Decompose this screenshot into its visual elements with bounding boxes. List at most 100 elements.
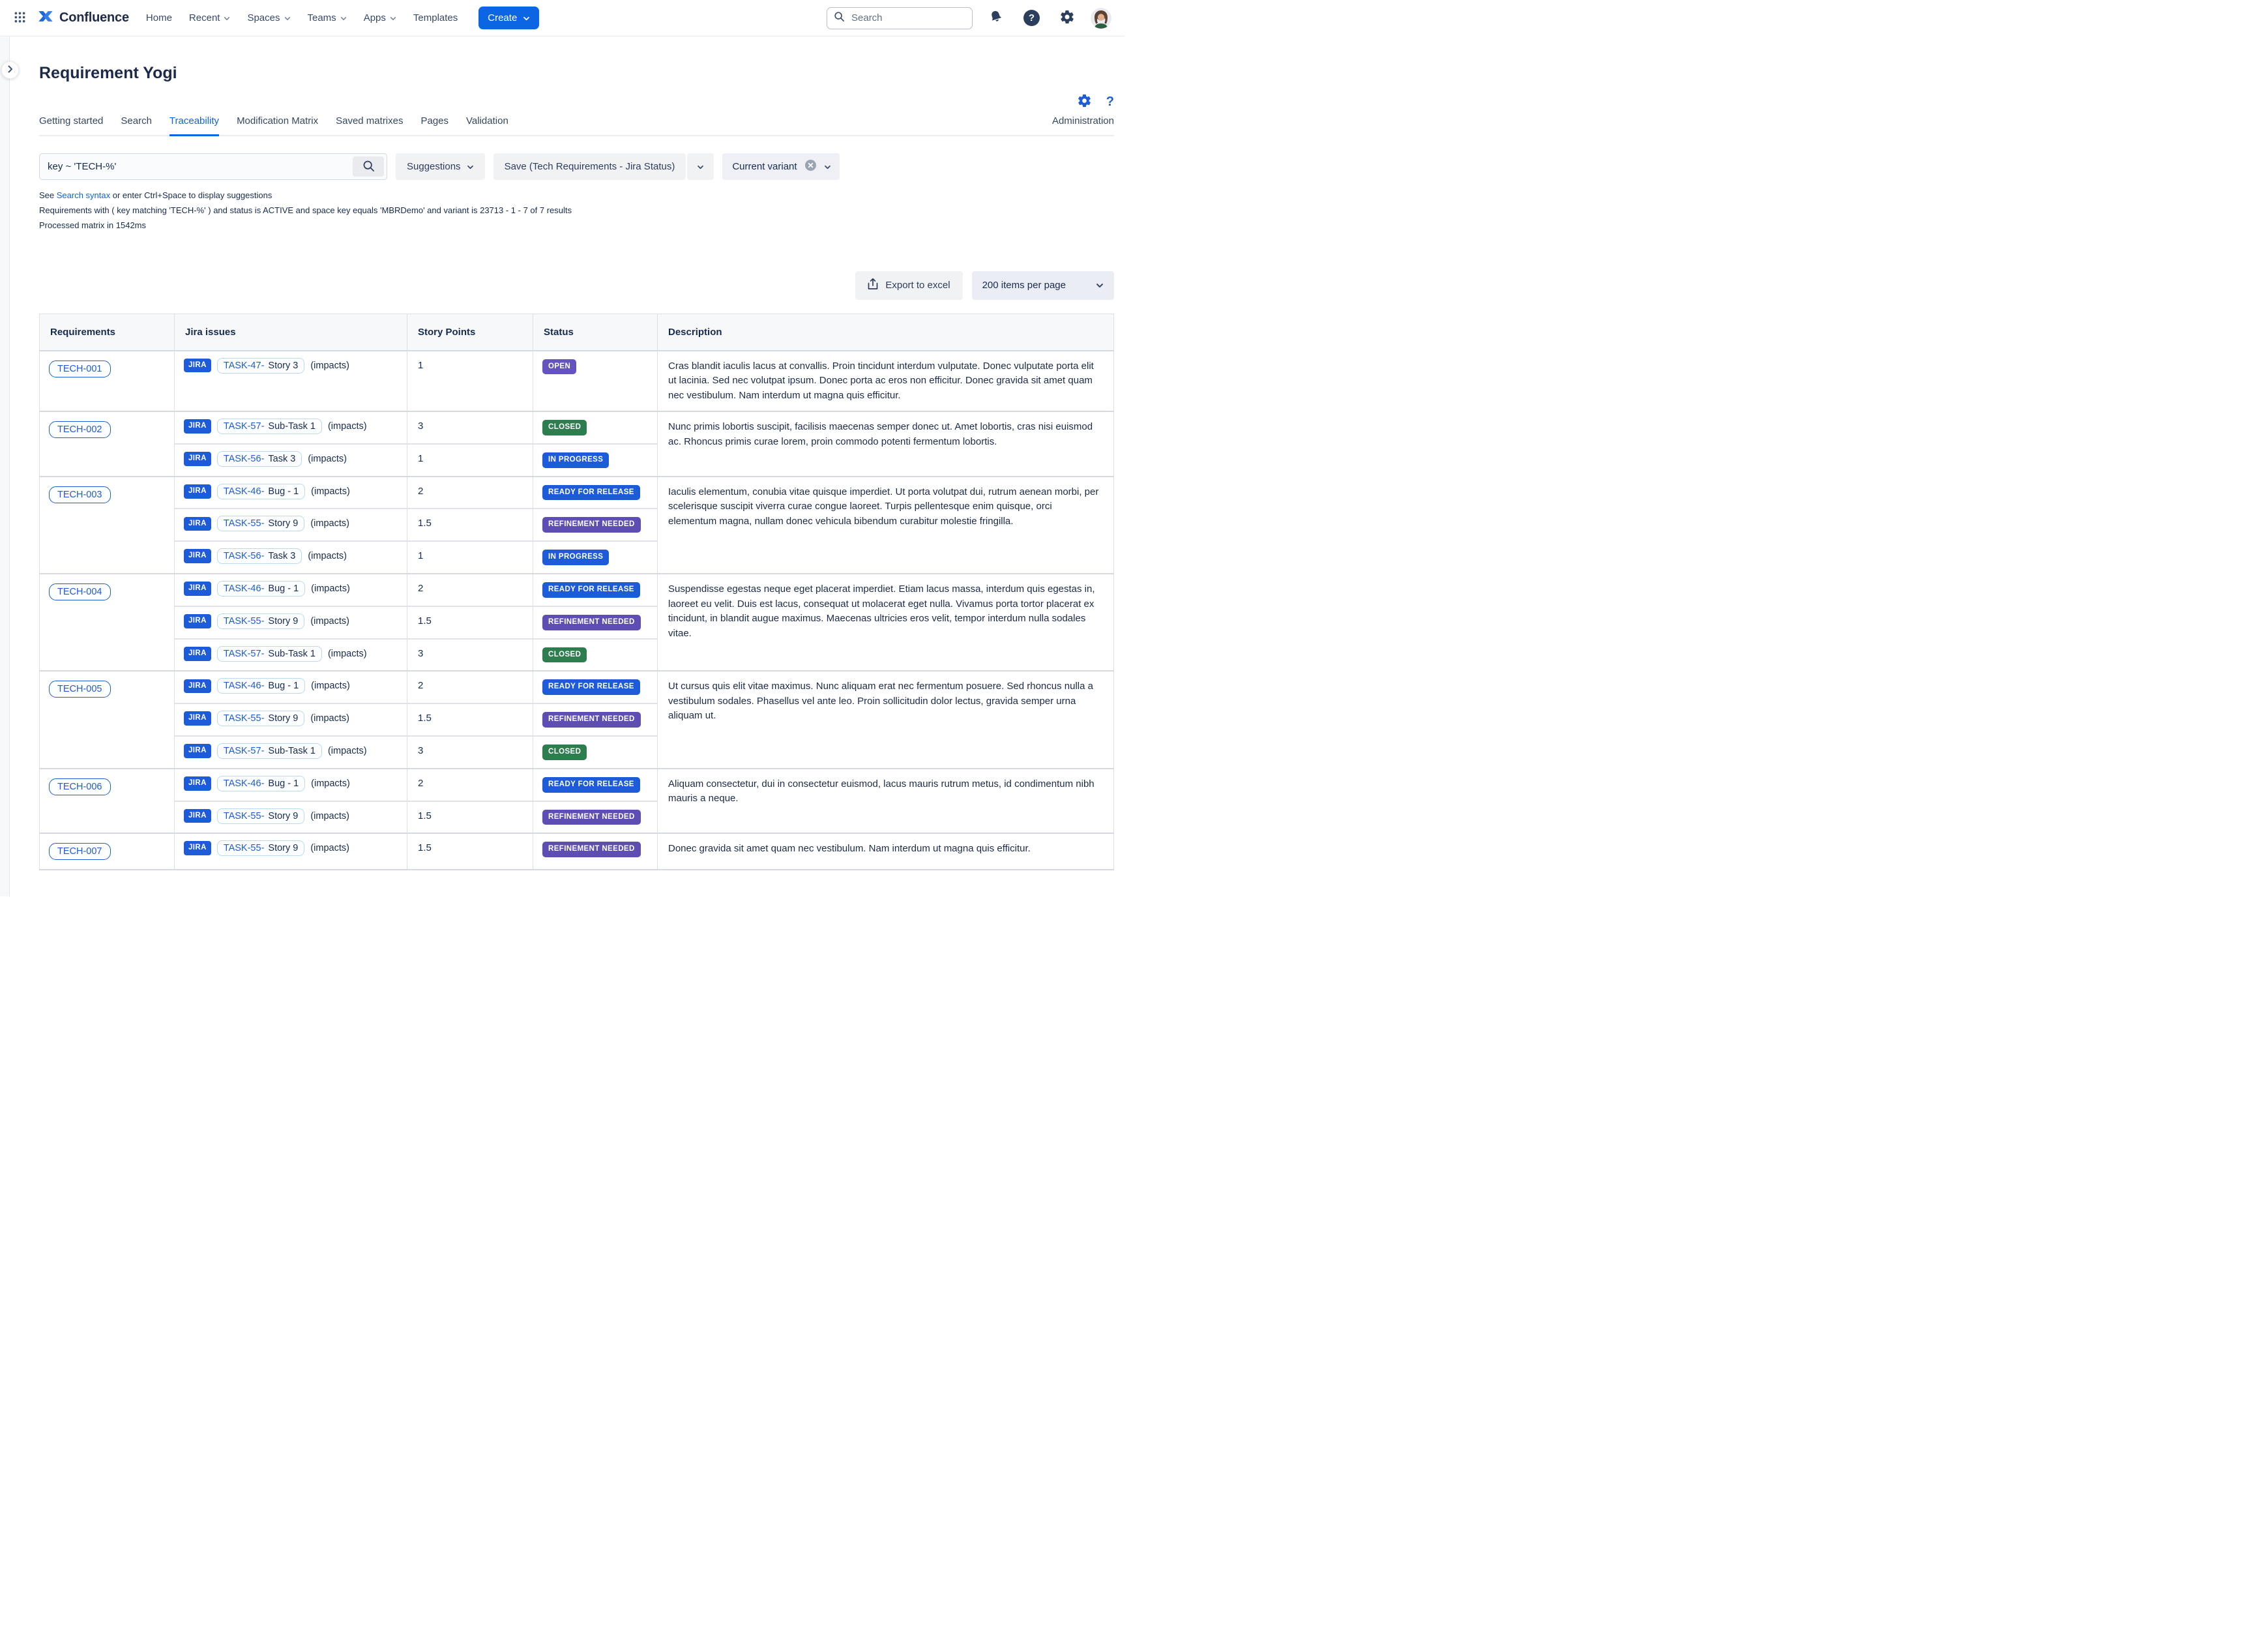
clear-variant-icon[interactable]: [805, 160, 816, 173]
jira-issue-link[interactable]: TASK-55-Story 9: [217, 840, 305, 856]
status-cell: OPEN: [533, 351, 658, 412]
bell-icon: [988, 9, 1004, 27]
page-size-select[interactable]: 200 items per page: [972, 271, 1114, 300]
requirement-cell: TECH-005: [40, 671, 175, 768]
jira-issue-link[interactable]: TASK-56-Task 3: [217, 451, 302, 467]
jira-issue-cell: JIRATASK-46-Bug - 1(impacts): [175, 671, 407, 703]
run-search-button[interactable]: [353, 156, 384, 177]
jira-issue-link[interactable]: TASK-46-Bug - 1: [217, 678, 305, 694]
global-search-box[interactable]: [827, 7, 973, 29]
jira-badge: JIRA: [184, 582, 211, 596]
help-button[interactable]: ?: [1020, 6, 1044, 30]
jira-issue-link[interactable]: TASK-57-Sub-Task 1: [217, 743, 322, 759]
nav-item-recent[interactable]: Recent: [189, 12, 231, 23]
impacts-label: (impacts): [310, 616, 349, 627]
app-switcher-button[interactable]: [9, 7, 31, 30]
search-syntax-link[interactable]: Search syntax: [57, 190, 110, 200]
jira-badge: JIRA: [184, 614, 211, 628]
global-search-input[interactable]: [850, 12, 965, 24]
tab-search[interactable]: Search: [121, 115, 152, 136]
tab-saved-matrixes[interactable]: Saved matrixes: [336, 115, 403, 136]
save-matrix-dropdown-button[interactable]: [687, 153, 714, 180]
jira-badge: JIRA: [184, 841, 211, 855]
nav-item-apps[interactable]: Apps: [364, 12, 396, 23]
tab-getting-started[interactable]: Getting started: [39, 115, 103, 136]
nav-item-teams[interactable]: Teams: [308, 12, 347, 23]
help-icon: ?: [1023, 10, 1040, 26]
jira-badge: JIRA: [184, 452, 211, 466]
requirement-key-link[interactable]: TECH-005: [49, 681, 111, 698]
create-button[interactable]: Create: [478, 7, 539, 29]
notifications-button[interactable]: [984, 5, 1008, 31]
jira-badge: JIRA: [184, 647, 211, 661]
jira-issue-link[interactable]: TASK-56-Task 3: [217, 548, 302, 564]
jira-issue-link[interactable]: TASK-57-Sub-Task 1: [217, 646, 322, 662]
jira-issue-link[interactable]: TASK-55-Story 9: [217, 808, 305, 824]
nav-item-templates[interactable]: Templates: [413, 12, 458, 23]
jira-issue-cell: JIRATASK-55-Story 9(impacts): [175, 801, 407, 834]
jira-issue-link[interactable]: TASK-55-Story 9: [217, 516, 305, 531]
jira-issue-link[interactable]: TASK-55-Story 9: [217, 711, 305, 726]
requirement-key-link[interactable]: TECH-006: [49, 778, 111, 795]
jira-issue-title: Story 3: [268, 361, 298, 371]
tab-administration[interactable]: Administration: [1052, 115, 1114, 136]
export-to-excel-label: Export to excel: [885, 280, 950, 291]
jira-issue: JIRATASK-46-Bug - 1(impacts): [184, 581, 398, 597]
status-badge: OPEN: [542, 359, 576, 375]
status-cell: REFINEMENT NEEDED: [533, 703, 658, 736]
variant-select[interactable]: Current variant: [722, 153, 839, 180]
jira-issue-title: Sub-Task 1: [268, 746, 316, 756]
status-badge: REFINEMENT NEEDED: [542, 712, 641, 728]
jira-badge: JIRA: [184, 744, 211, 758]
requirement-key-link[interactable]: TECH-007: [49, 843, 111, 860]
gear-icon: [1077, 93, 1092, 110]
search-icon: [362, 160, 375, 174]
status-badge: READY FOR RELEASE: [542, 582, 640, 598]
main-content: Requirement Yogi ? Getting startedSearch…: [0, 64, 1124, 896]
jira-issue-key: TASK-46-: [224, 681, 265, 691]
nav-menu: Home Recent Spaces Teams Apps Templates: [146, 12, 458, 23]
user-avatar[interactable]: [1091, 8, 1111, 29]
nav-item-label: Teams: [308, 12, 336, 23]
expand-sidebar-button[interactable]: [1, 61, 19, 79]
tab-traceability[interactable]: Traceability: [169, 115, 219, 136]
tab-validation[interactable]: Validation: [466, 115, 508, 136]
export-to-excel-button[interactable]: Export to excel: [855, 271, 962, 300]
jira-issue-link[interactable]: TASK-46-Bug - 1: [217, 776, 305, 791]
plugin-help-button[interactable]: ?: [1106, 95, 1114, 110]
jira-issue-link[interactable]: TASK-46-Bug - 1: [217, 484, 305, 499]
requirement-key-link[interactable]: TECH-001: [49, 361, 111, 377]
impacts-label: (impacts): [308, 551, 347, 561]
tab-bar: Getting started Search Traceability Modific…: [39, 115, 1114, 136]
requirement-cell: TECH-006: [40, 769, 175, 834]
nav-item-spaces[interactable]: Spaces: [247, 12, 290, 23]
jira-issue-title: Story 9: [268, 518, 298, 529]
tab-modification-matrix[interactable]: Modification Matrix: [237, 115, 318, 136]
jira-issue-link[interactable]: TASK-55-Story 9: [217, 613, 305, 629]
story-points-cell: 2: [407, 671, 533, 703]
description-cell: Aliquam consectetur, dui in consectetur …: [658, 769, 1114, 834]
description-cell: Suspendisse egestas neque eget placerat …: [658, 574, 1114, 671]
tab-pages[interactable]: Pages: [420, 115, 448, 136]
suggestions-button[interactable]: Suggestions: [396, 153, 485, 180]
settings-button[interactable]: [1055, 5, 1079, 31]
plugin-settings-button[interactable]: [1077, 93, 1092, 110]
story-points-cell: 1.5: [407, 801, 533, 834]
description-cell: Iaculis elementum, conubia vitae quisque…: [658, 477, 1114, 574]
query-input[interactable]: [40, 161, 353, 172]
save-matrix-button[interactable]: Save (Tech Requirements - Jira Status): [493, 153, 686, 180]
status-cell: REFINEMENT NEEDED: [533, 606, 658, 639]
requirement-key-link[interactable]: TECH-004: [49, 583, 111, 600]
create-button-label: Create: [488, 12, 517, 23]
nav-right: ?: [827, 5, 1111, 31]
requirement-key-link[interactable]: TECH-002: [49, 421, 111, 438]
confluence-logo[interactable]: Confluence: [37, 8, 129, 28]
requirement-key-link[interactable]: TECH-003: [49, 486, 111, 503]
impacts-label: (impacts): [328, 421, 367, 432]
jira-issue-link[interactable]: TASK-47-Story 3: [217, 358, 305, 374]
column-header-story-points: Story Points: [407, 314, 533, 351]
nav-item-home[interactable]: Home: [146, 12, 172, 23]
jira-issue: JIRATASK-57-Sub-Task 1(impacts): [184, 646, 398, 662]
jira-issue-link[interactable]: TASK-46-Bug - 1: [217, 581, 305, 597]
jira-issue-link[interactable]: TASK-57-Sub-Task 1: [217, 419, 322, 434]
